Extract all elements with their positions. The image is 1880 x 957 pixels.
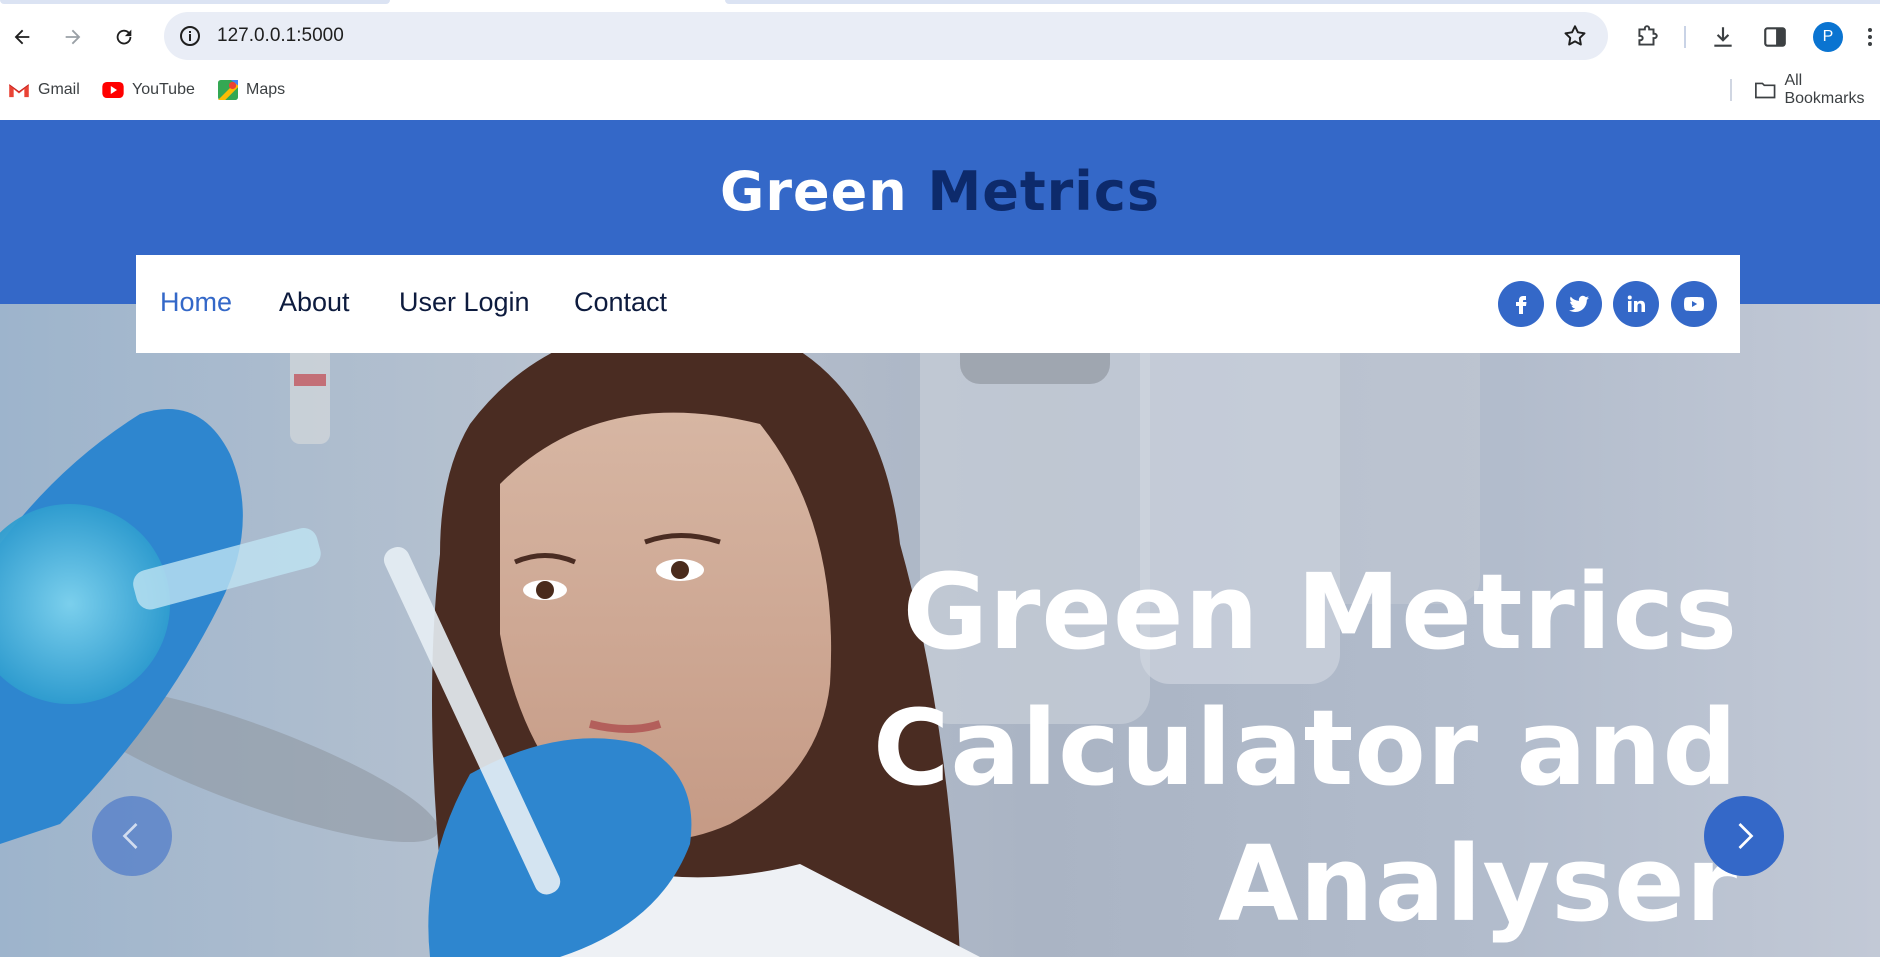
folder-icon [1755,82,1776,99]
toolbar-separator [1684,26,1686,48]
gmail-icon [8,84,30,98]
all-bookmarks-button[interactable]: All Bookmarks [1754,72,1880,107]
back-arrow-icon [14,29,30,45]
carousel-prev-button[interactable] [92,796,172,876]
profile-avatar[interactable]: P [1813,22,1843,52]
kebab-menu-icon [1868,28,1872,46]
forward-arrow-icon [65,29,81,45]
browser-toolbar: 127.0.0.1:5000 P [0,12,1880,62]
linkedin-button[interactable] [1613,281,1659,327]
downloads-button[interactable] [1708,22,1738,52]
side-panel-button[interactable] [1760,22,1790,52]
bookmarks-bar: Gmail YouTube Maps All Bookmarks [0,72,1880,107]
tab-strip-segment [0,0,390,4]
forward-button[interactable] [56,20,90,54]
hero-heading-line: Green Metrics [902,551,1738,673]
puzzle-icon [1638,25,1658,46]
bookmark-youtube[interactable]: YouTube [102,76,195,104]
nav-user-login-link[interactable]: User Login [399,287,530,318]
nav-about-link[interactable]: About [279,287,350,318]
twitter-icon [1569,295,1589,312]
site-title: Green Metrics [0,160,1880,223]
bookmark-star-icon[interactable] [1562,23,1588,49]
nav-contact-link[interactable]: Contact [574,287,667,318]
reload-button[interactable] [107,20,141,54]
tab-strip [0,0,1880,4]
youtube-icon [1683,297,1705,311]
bookmark-maps[interactable]: Maps [218,76,285,104]
hero-carousel: Green Metrics Calculator and Analyser [0,304,1880,957]
extensions-button[interactable] [1632,22,1662,52]
site-title-word-1: Green [720,160,908,223]
site-info-icon[interactable] [178,24,202,48]
chevron-right-icon [1738,823,1754,849]
nav-home-link[interactable]: Home [160,287,232,318]
web-page: Green Metrics Green Metrics Calculator a… [0,120,1880,957]
browser-chrome: 127.0.0.1:5000 P Gmail YouTube Maps All … [0,0,1880,120]
twitter-button[interactable] [1556,281,1602,327]
hero-heading-line: Calculator and [873,687,1738,809]
address-bar[interactable]: 127.0.0.1:5000 [164,12,1608,60]
facebook-button[interactable] [1498,281,1544,327]
main-navigation: Home About User Login Contact [136,255,1740,353]
site-title-word-2: Metrics [927,160,1160,223]
youtube-icon [102,82,124,98]
url-text: 127.0.0.1:5000 [217,25,344,46]
hero-heading: Green Metrics Calculator and Analyser [738,544,1738,952]
tab-strip-segment [725,0,1880,4]
carousel-next-button[interactable] [1704,796,1784,876]
reload-icon [116,29,132,45]
bookmarks-separator [1730,79,1732,101]
chevron-left-icon [122,823,138,849]
bookmark-label: YouTube [132,81,195,98]
bookmark-gmail[interactable]: Gmail [8,76,80,104]
browser-menu-button[interactable] [1860,22,1880,52]
download-icon [1714,27,1732,47]
linkedin-icon [1627,295,1645,312]
back-button[interactable] [5,20,39,54]
hero-heading-line: Analyser [1218,823,1738,945]
bookmark-label: Maps [246,81,286,98]
bookmark-label: Gmail [38,81,80,98]
all-bookmarks-label: All Bookmarks [1784,72,1865,107]
maps-icon [218,80,238,100]
youtube-button[interactable] [1671,281,1717,327]
facebook-icon [1516,296,1527,314]
side-panel-icon [1764,27,1786,47]
